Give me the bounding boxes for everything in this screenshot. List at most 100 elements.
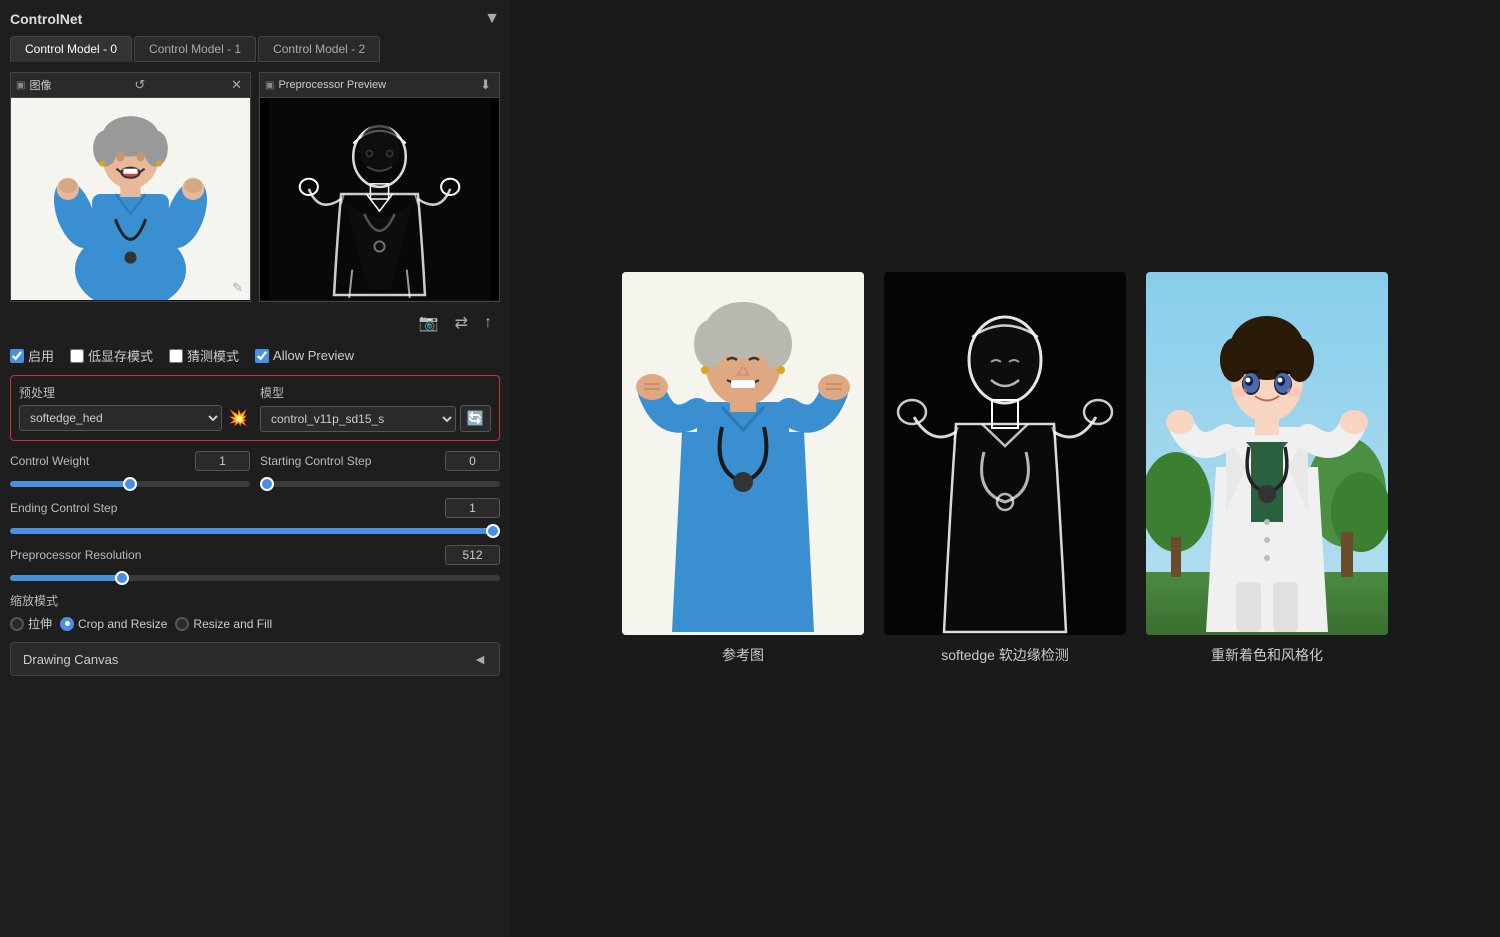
zoom-section: 缩放模式 拉伸 Crop and Resize Resize and Fill [10, 592, 500, 632]
gallery-item-0: 参考图 [622, 272, 864, 665]
swap-button[interactable]: ⇄ [452, 310, 471, 336]
send-up-button[interactable]: ↑ [481, 310, 495, 336]
preprocessor-resolution-label: Preprocessor Resolution [10, 548, 141, 562]
control-weight-label: Control Weight [10, 454, 89, 468]
drawing-canvas-arrow: ◄ [473, 651, 487, 667]
allow-preview-checkbox[interactable] [255, 349, 269, 363]
ending-step-section: Ending Control Step [10, 498, 500, 537]
zoom-radio-crop-resize[interactable] [60, 617, 74, 631]
model-column: 模型 control_v11p_sd15_s control_v11p_sd15… [260, 384, 491, 432]
control-weight-value[interactable] [195, 451, 250, 471]
zoom-option-stretch[interactable]: 拉伸 [10, 615, 52, 632]
panel-title: ControlNet [10, 11, 82, 27]
model-label: 模型 [260, 384, 491, 401]
starting-step-slider[interactable] [260, 481, 500, 487]
allow-preview-label: Allow Preview [273, 348, 354, 363]
preprocessor-column: 预处理 softedge_hed softedge_pidinet none 💥 [19, 384, 250, 432]
ending-step-label: Ending Control Step [10, 501, 117, 515]
checkbox-row: 启用 低显存模式 猜测模式 Allow Preview [10, 346, 500, 365]
brush-button[interactable]: ✎ [229, 279, 246, 297]
refresh-button[interactable]: ↺ [131, 76, 148, 94]
zoom-option-resize-fill[interactable]: Resize and Fill [175, 617, 272, 631]
enable-checkbox-item[interactable]: 启用 [10, 346, 54, 365]
model-select-row: control_v11p_sd15_s control_v11p_sd15_ca… [260, 405, 491, 432]
zoom-label: 缩放模式 [10, 592, 500, 609]
source-image-placeholder[interactable] [11, 98, 250, 300]
gallery-item-2: 重新着色和风格化 [1146, 272, 1388, 665]
camera-button[interactable]: 📷 [416, 310, 442, 336]
low-memory-checkbox[interactable] [70, 349, 84, 363]
control-weight-col: Control Weight [10, 451, 250, 490]
low-memory-checkbox-item[interactable]: 低显存模式 [70, 346, 153, 365]
image-row: ▣ 图像 ↺ ✕ [10, 72, 500, 302]
ending-step-value[interactable] [445, 498, 500, 518]
tab-control-model-0[interactable]: Control Model - 0 [10, 36, 132, 62]
zoom-radio-stretch[interactable] [10, 617, 24, 631]
zoom-option-crop-resize[interactable]: Crop and Resize [60, 617, 167, 631]
gallery-row: 参考图 [622, 272, 1388, 665]
gallery-caption-0: 参考图 [722, 645, 764, 665]
preprocessor-resolution-section: Preprocessor Resolution [10, 545, 500, 584]
panel-header: ControlNet ▼ [10, 10, 500, 28]
preprocessor-select[interactable]: softedge_hed softedge_pidinet none [19, 405, 222, 431]
ending-step-label-row: Ending Control Step [10, 498, 500, 518]
preview-image-svg [260, 98, 499, 300]
source-image-header: ▣ 图像 ↺ ✕ [11, 73, 250, 98]
zoom-label-stretch: 拉伸 [28, 615, 52, 632]
zoom-radio-resize-fill[interactable] [175, 617, 189, 631]
preprocessor-select-row: softedge_hed softedge_pidinet none 💥 [19, 405, 250, 431]
enable-label: 启用 [28, 346, 54, 365]
sync-button[interactable]: 🔄 [460, 405, 491, 432]
allow-preview-checkbox-item[interactable]: Allow Preview [255, 348, 354, 363]
close-button[interactable]: ✕ [228, 76, 245, 94]
preproc-model-section: 预处理 softedge_hed softedge_pidinet none 💥… [10, 375, 500, 441]
starting-step-value[interactable] [445, 451, 500, 471]
control-weight-slider[interactable] [10, 481, 250, 487]
double-slider-row: Control Weight Starting Control Step [10, 451, 500, 490]
right-panel: 参考图 [510, 0, 1500, 937]
preprocessor-resolution-label-row: Preprocessor Resolution [10, 545, 500, 565]
ending-step-slider[interactable] [10, 528, 500, 534]
preprocessor-resolution-value[interactable] [445, 545, 500, 565]
starting-step-col: Starting Control Step [260, 451, 500, 490]
drawing-canvas-row[interactable]: Drawing Canvas ◄ [10, 642, 500, 676]
tab-control-model-2[interactable]: Control Model - 2 [258, 36, 380, 62]
guess-mode-checkbox-item[interactable]: 猜测模式 [169, 346, 239, 365]
drawing-canvas-label: Drawing Canvas [23, 652, 118, 667]
preproc-model-row: 预处理 softedge_hed softedge_pidinet none 💥… [19, 384, 491, 432]
source-image-label: 图像 [29, 77, 51, 93]
download-button[interactable]: ⬇ [477, 76, 494, 94]
reference-photo-svg [622, 272, 864, 635]
gallery-caption-2: 重新着色和风格化 [1211, 645, 1323, 665]
guess-mode-checkbox[interactable] [169, 349, 183, 363]
starting-step-label-row: Starting Control Step [260, 451, 500, 471]
model-select[interactable]: control_v11p_sd15_s control_v11p_sd15_ca… [260, 406, 456, 432]
gallery-caption-1: softedge 软边缘检测 [941, 645, 1069, 665]
tabs-container: Control Model - 0 Control Model - 1 Cont… [10, 36, 500, 62]
gallery-item-1: softedge 软边缘检测 [884, 272, 1126, 665]
preprocessor-resolution-slider[interactable] [10, 575, 500, 581]
left-panel: ControlNet ▼ Control Model - 0 Control M… [0, 0, 510, 937]
fire-button[interactable]: 💥 [226, 406, 250, 430]
preview-image-placeholder[interactable] [260, 98, 499, 300]
source-image-svg [11, 98, 250, 300]
control-weight-label-row: Control Weight [10, 451, 250, 471]
controls-row: 📷 ⇄ ↑ [10, 310, 500, 336]
zoom-options: 拉伸 Crop and Resize Resize and Fill [10, 615, 500, 632]
gallery-img-2[interactable] [1146, 272, 1388, 635]
preview-image-label: Preprocessor Preview [278, 79, 386, 91]
low-memory-label: 低显存模式 [88, 346, 153, 365]
tab-control-model-1[interactable]: Control Model - 1 [134, 36, 256, 62]
anime-svg [1146, 272, 1388, 635]
preprocessor-label: 预处理 [19, 384, 250, 401]
gallery-img-0[interactable] [622, 272, 864, 635]
zoom-label-crop-resize: Crop and Resize [78, 617, 167, 631]
zoom-label-resize-fill: Resize and Fill [193, 617, 272, 631]
softedge-svg [884, 272, 1126, 635]
gallery-img-1[interactable] [884, 272, 1126, 635]
preview-image-header: ▣ Preprocessor Preview ⬇ [260, 73, 499, 98]
panel-collapse-arrow[interactable]: ▼ [484, 10, 500, 28]
enable-checkbox[interactable] [10, 349, 24, 363]
guess-mode-label: 猜测模式 [187, 346, 239, 365]
starting-step-label: Starting Control Step [260, 454, 371, 468]
